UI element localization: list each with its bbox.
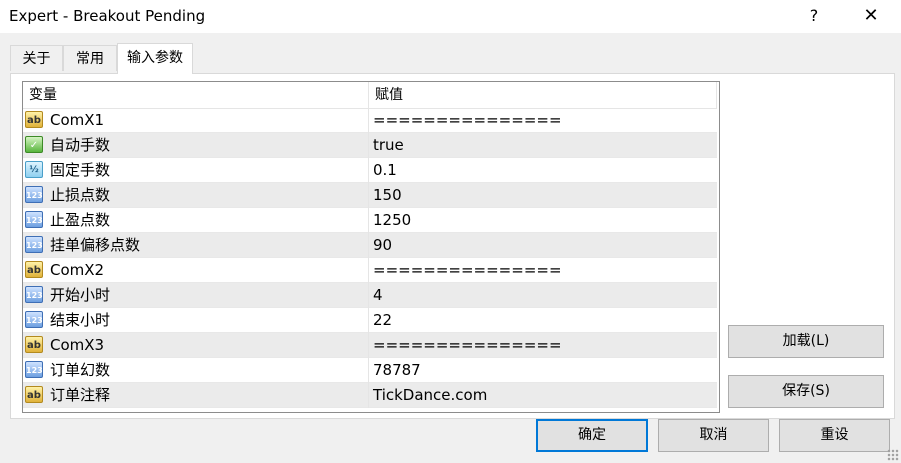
number-icon: 123 (25, 211, 43, 228)
tab-about[interactable]: 关于 (10, 45, 63, 71)
value-cell[interactable]: TickDance.com (369, 383, 717, 408)
load-button[interactable]: 加载(L) (728, 325, 884, 358)
variable-name: 止盈点数 (50, 211, 111, 229)
window-title: Expert - Breakout Pending (9, 7, 206, 25)
bool-icon: ✓ (25, 136, 43, 153)
table-row[interactable]: 123 结束小时 22 (23, 308, 717, 333)
variable-name: 订单注释 (50, 386, 111, 404)
ab-icon: ab (25, 111, 43, 128)
variable-name: ComX1 (50, 111, 105, 129)
number-icon: 123 (25, 361, 43, 378)
ab-icon: ab (25, 261, 43, 278)
variable-name: 固定手数 (50, 161, 111, 179)
variable-name: 结束小时 (50, 311, 111, 329)
parameters-grid[interactable]: 变量 赋值 ab ComX1 =============== ✓ 自动手数 true ½ 固定… (22, 81, 720, 413)
table-row[interactable]: 123 订单幻数 78787 (23, 358, 717, 383)
table-row[interactable]: ab ComX3 =============== (23, 333, 717, 358)
variable-cell: 123 挂单偏移点数 (23, 233, 369, 258)
tab-inputs[interactable]: 输入参数 (117, 43, 193, 74)
variable-cell: ✓ 自动手数 (23, 133, 369, 158)
variable-cell: 123 开始小时 (23, 283, 369, 308)
variable-name: ComX2 (50, 261, 105, 279)
number-icon: 123 (25, 286, 43, 303)
cancel-button[interactable]: 取消 (658, 419, 769, 452)
table-row[interactable]: 123 开始小时 4 (23, 283, 717, 308)
number-icon: 123 (25, 186, 43, 203)
value-cell[interactable]: =============== (369, 108, 717, 133)
value-cell[interactable]: 1250 (369, 208, 717, 233)
variable-cell: 123 止损点数 (23, 183, 369, 208)
column-header-variable[interactable]: 变量 (23, 82, 369, 108)
ab-icon: ab (25, 336, 43, 353)
variable-name: 挂单偏移点数 (50, 236, 141, 254)
number-icon: 123 (25, 311, 43, 328)
value-cell[interactable]: 0.1 (369, 158, 717, 183)
value-cell[interactable]: true (369, 133, 717, 158)
table-row[interactable]: 123 挂单偏移点数 90 (23, 233, 717, 258)
tab-common[interactable]: 常用 (63, 45, 117, 71)
variable-cell: 123 止盈点数 (23, 208, 369, 233)
table-row[interactable]: ✓ 自动手数 true (23, 133, 717, 158)
variable-name: 自动手数 (50, 136, 111, 154)
table-row[interactable]: 123 止损点数 150 (23, 183, 717, 208)
variable-name: 开始小时 (50, 286, 111, 304)
value-cell[interactable]: 90 (369, 233, 717, 258)
close-button[interactable]: ✕ (851, 4, 891, 28)
title-bar: Expert - Breakout Pending ? ✕ (0, 0, 901, 33)
resize-grip-icon[interactable] (887, 449, 899, 461)
tab-strip: 关于 常用 输入参数 (0, 33, 901, 74)
table-row[interactable]: ab ComX2 =============== (23, 258, 717, 283)
number-icon: 123 (25, 236, 43, 253)
table-row[interactable]: ab ComX1 =============== (23, 108, 717, 133)
value-cell[interactable]: =============== (369, 333, 717, 358)
help-button[interactable]: ? (794, 4, 834, 28)
value-cell[interactable]: 78787 (369, 358, 717, 383)
ab-icon: ab (25, 386, 43, 403)
column-header-value[interactable]: 赋值 (369, 82, 717, 108)
variable-cell: ab ComX3 (23, 333, 369, 358)
table-row[interactable]: ab 订单注释 TickDance.com (23, 383, 717, 408)
variable-cell: 123 订单幻数 (23, 358, 369, 383)
variable-name: 止损点数 (50, 186, 111, 204)
save-button[interactable]: 保存(S) (728, 375, 884, 408)
variable-cell: ab ComX2 (23, 258, 369, 283)
variable-cell: 123 结束小时 (23, 308, 369, 333)
grid-rows: ab ComX1 =============== ✓ 自动手数 true ½ 固定手数 0.1 1… (23, 108, 717, 408)
inputs-panel: 变量 赋值 ab ComX1 =============== ✓ 自动手数 true ½ 固定… (10, 73, 895, 419)
variable-cell: ab 订单注释 (23, 383, 369, 408)
fraction-icon: ½ (25, 161, 43, 178)
variable-name: ComX3 (50, 336, 105, 354)
variable-cell: ab ComX1 (23, 108, 369, 133)
ok-button[interactable]: 确定 (536, 419, 648, 452)
value-cell[interactable]: 4 (369, 283, 717, 308)
value-cell[interactable]: 22 (369, 308, 717, 333)
grid-header: 变量 赋值 (23, 82, 717, 109)
variable-name: 订单幻数 (50, 361, 111, 379)
table-row[interactable]: 123 止盈点数 1250 (23, 208, 717, 233)
value-cell[interactable]: 150 (369, 183, 717, 208)
variable-cell: ½ 固定手数 (23, 158, 369, 183)
table-row[interactable]: ½ 固定手数 0.1 (23, 158, 717, 183)
reset-button[interactable]: 重设 (779, 419, 890, 452)
value-cell[interactable]: =============== (369, 258, 717, 283)
